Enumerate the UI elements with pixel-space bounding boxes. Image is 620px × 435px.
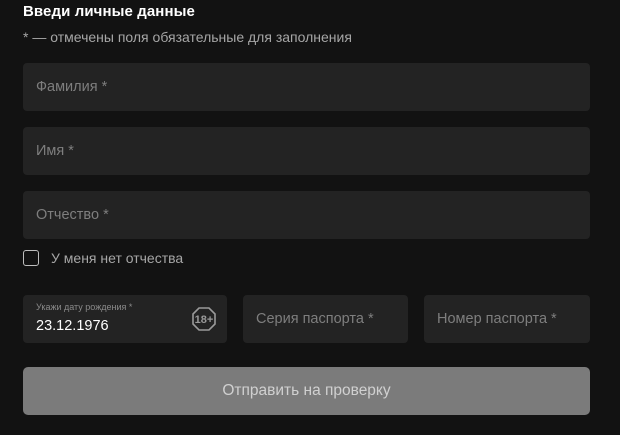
age-restriction-icon: 18+ [192,307,216,331]
first-name-field[interactable] [23,127,590,175]
passport-number-input[interactable] [437,311,590,327]
patronymic-input[interactable] [36,207,590,223]
passport-series-input[interactable] [256,311,408,327]
age-badge-label: 18+ [195,314,214,326]
patronymic-field[interactable] [23,191,590,239]
personal-data-form: Введи личные данные * — отмечены поля об… [0,0,620,435]
no-patronymic-label[interactable]: У меня нет отчества [51,250,183,266]
passport-number-field[interactable] [424,295,590,343]
birth-date-value[interactable]: 23.12.1976 [36,318,109,334]
last-name-input[interactable] [36,79,590,95]
required-note: * — отмечены поля обязательные для запол… [23,29,352,45]
form-title: Введи личные данные [23,3,195,20]
submit-button[interactable]: Отправить на проверку [23,367,590,415]
no-patronymic-checkbox[interactable] [23,250,39,266]
no-patronymic-option[interactable]: У меня нет отчества [23,250,183,266]
passport-series-field[interactable] [243,295,408,343]
birth-date-label: Укажи дату рождения * [36,302,133,312]
birth-date-field[interactable]: Укажи дату рождения * 23.12.1976 18+ [23,295,227,343]
first-name-input[interactable] [36,143,590,159]
last-name-field[interactable] [23,63,590,111]
